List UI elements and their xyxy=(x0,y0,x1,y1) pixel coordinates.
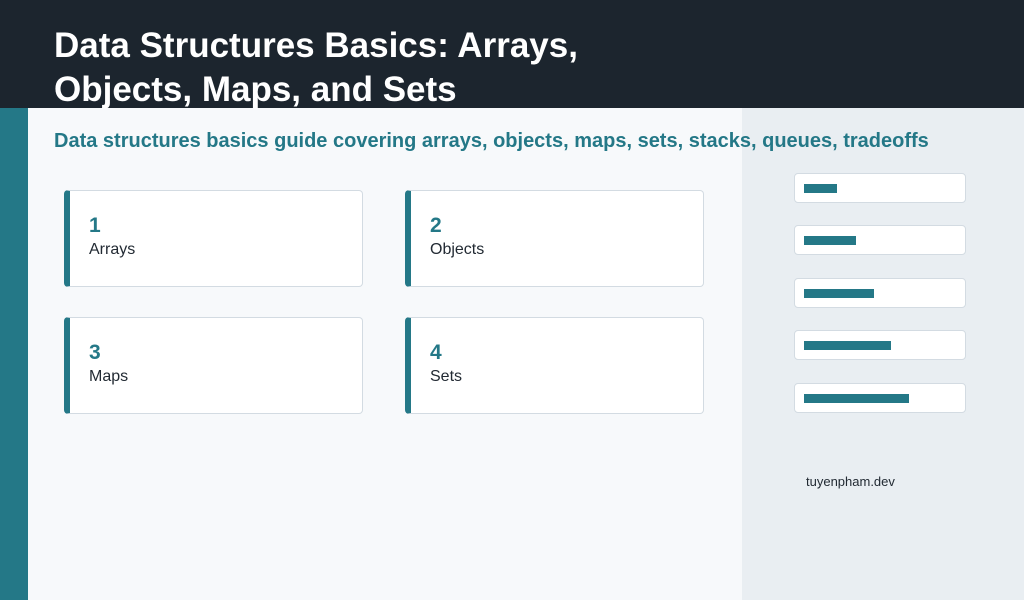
card-number: 1 xyxy=(89,214,101,237)
card-label: Maps xyxy=(89,368,129,385)
progress-box-4 xyxy=(794,330,966,360)
card-label: Sets xyxy=(430,368,463,385)
card-label: Arrays xyxy=(89,241,136,258)
progress-box-1 xyxy=(794,173,966,203)
card-number: 3 xyxy=(89,341,101,364)
progress-box-2 xyxy=(794,225,966,255)
left-accent-bar xyxy=(0,108,28,600)
progress-box-5 xyxy=(794,383,966,413)
card-label: Objects xyxy=(430,241,485,258)
card-maps: 3 Maps xyxy=(64,317,363,414)
card-sets: 4 Sets xyxy=(405,317,704,414)
page-title: Data Structures Basics: Arrays, Objects,… xyxy=(54,26,578,109)
progress-fill xyxy=(804,341,891,350)
progress-fill xyxy=(804,289,874,298)
progress-fill xyxy=(804,394,909,403)
card-number: 2 xyxy=(430,214,442,237)
site-domain: tuyenpham.dev xyxy=(806,474,895,489)
card-objects: 2 Objects xyxy=(405,190,704,287)
progress-box-3 xyxy=(794,278,966,308)
card-number: 4 xyxy=(430,341,442,364)
subtitle: Data structures basics guide covering ar… xyxy=(54,130,929,152)
progress-fill xyxy=(804,236,856,245)
progress-fill xyxy=(804,184,837,193)
header-bar: Data Structures Basics: Arrays, Objects,… xyxy=(0,0,1024,109)
card-arrays: 1 Arrays xyxy=(64,190,363,287)
